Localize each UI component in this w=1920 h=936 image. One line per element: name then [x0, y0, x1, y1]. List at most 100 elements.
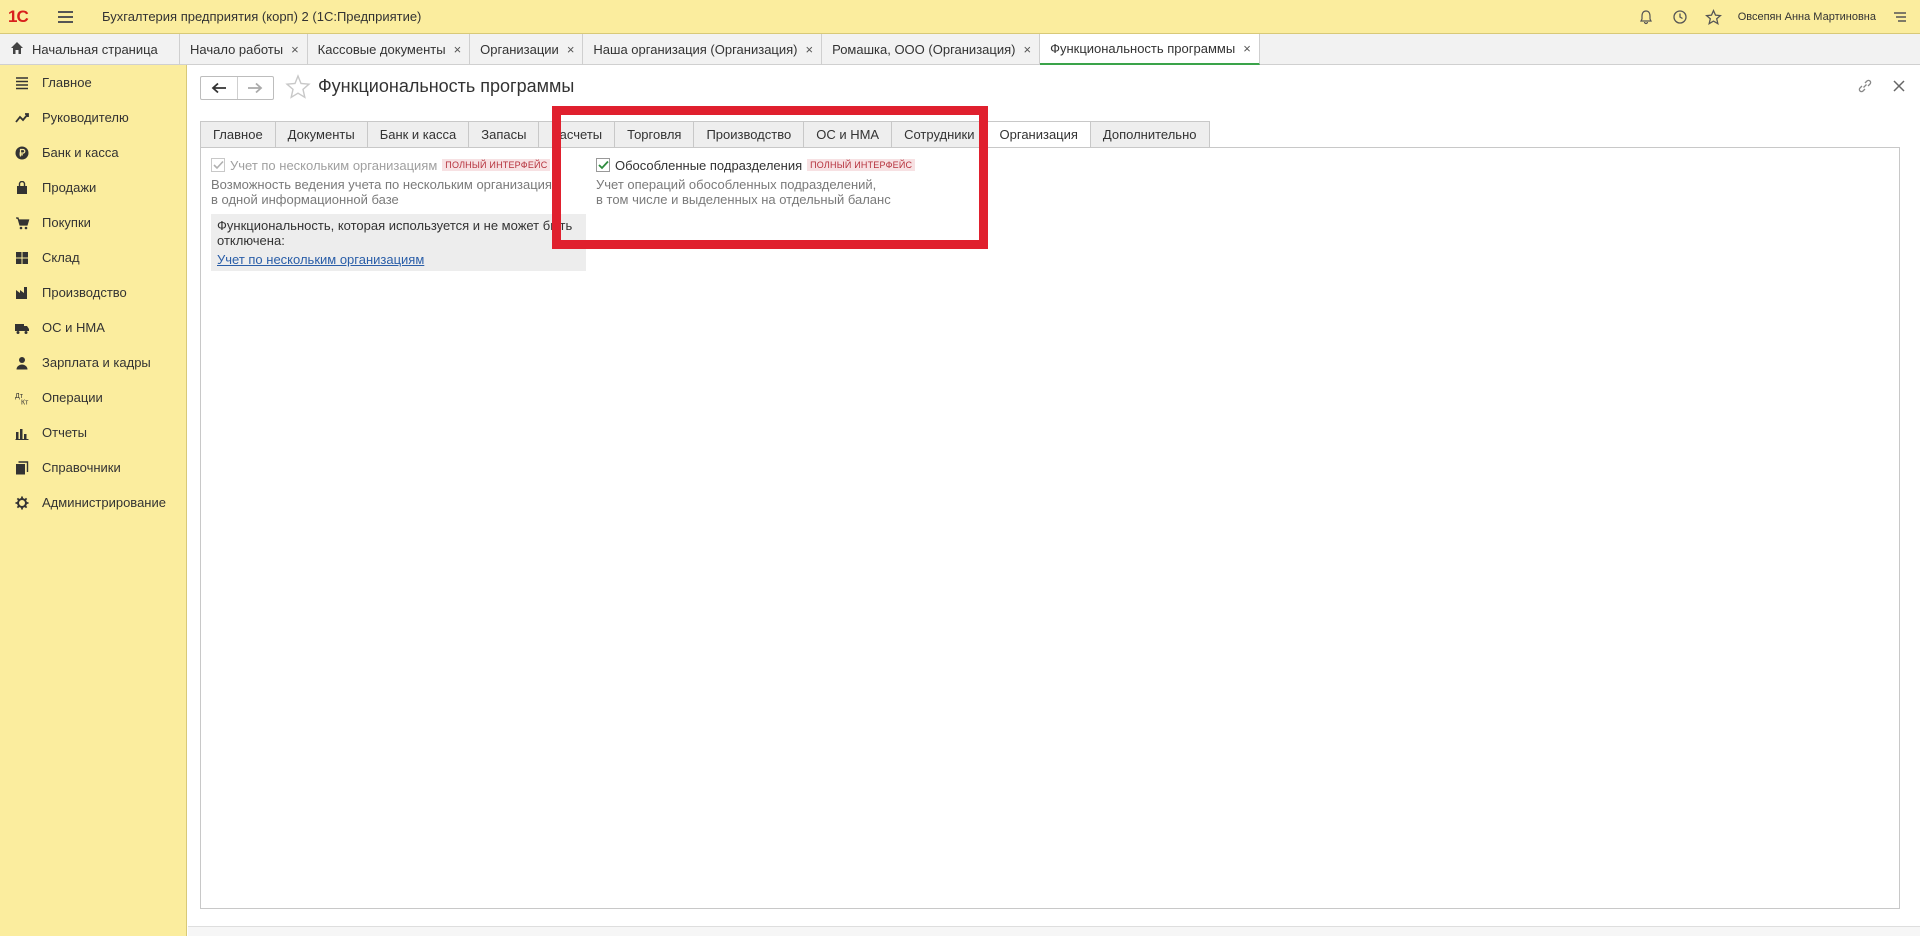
- bell-icon[interactable]: [1636, 7, 1656, 27]
- tab-trade[interactable]: Торговля: [614, 121, 694, 148]
- history-nav: [200, 76, 274, 100]
- multi-org-link[interactable]: Учет по нескольким организациям: [217, 252, 580, 267]
- tab-label: Наша организация (Организация): [593, 42, 798, 57]
- bar-chart-icon: [14, 425, 30, 441]
- close-icon[interactable]: ×: [1023, 42, 1031, 57]
- sidebar-item-main[interactable]: Главное: [0, 65, 186, 100]
- sections-sidebar: Главное Руководителю Банк и касса Продаж…: [0, 65, 187, 936]
- setting-separate-divisions: Обособленные подразделения ПОЛНЫЙ ИНТЕРФ…: [596, 156, 1016, 207]
- tab-label: Начало работы: [190, 42, 284, 57]
- sidebar-item-warehouse[interactable]: Склад: [0, 240, 186, 275]
- cart-icon: [14, 215, 30, 231]
- factory-icon: [14, 285, 30, 301]
- link-icon[interactable]: [1856, 77, 1874, 95]
- tab-panel-organization: Учет по нескольким организациям ПОЛНЫЙ И…: [200, 147, 1900, 909]
- tab-functionality[interactable]: Функциональность программы ×: [1040, 34, 1260, 65]
- sidebar-item-label: Продажи: [42, 180, 97, 195]
- desc-line: в том числе и выделенных на отдельный ба…: [596, 192, 891, 207]
- page-title: Функциональность программы: [318, 76, 575, 96]
- tab-inventory[interactable]: Запасы: [468, 121, 539, 148]
- desc-line: в одной информационной базе: [211, 192, 399, 207]
- tab-additional[interactable]: Дополнительно: [1089, 121, 1210, 148]
- tab-organization[interactable]: Организация: [986, 121, 1090, 148]
- svg-text:Кт: Кт: [21, 399, 29, 405]
- title-bar: 1С Бухгалтерия предприятия (корп) 2 (1С:…: [0, 0, 1920, 34]
- multi-org-checkbox[interactable]: [211, 158, 225, 172]
- bag-icon: [14, 180, 30, 196]
- sidebar-item-manager[interactable]: Руководителю: [0, 100, 186, 135]
- person-icon: [14, 355, 30, 371]
- tab-main[interactable]: Главное: [200, 121, 275, 148]
- info-text: отключена:: [217, 233, 285, 248]
- close-icon[interactable]: ×: [567, 42, 575, 57]
- sidebar-item-operations[interactable]: Дт Кт Операции: [0, 380, 186, 415]
- sidebar-item-references[interactable]: Справочники: [0, 450, 186, 485]
- truck-icon: [14, 320, 30, 336]
- tab-settlements[interactable]: Расчеты: [538, 121, 615, 148]
- settings-menu-icon[interactable]: [1890, 7, 1910, 27]
- tab-organizations[interactable]: Организации ×: [470, 34, 584, 65]
- separate-divisions-description: Учет операций обособленных подразделений…: [596, 177, 1016, 207]
- close-icon[interactable]: ×: [806, 42, 814, 57]
- desc-line: Возможность ведения учета по нескольким …: [211, 177, 561, 192]
- sidebar-item-reports[interactable]: Отчеты: [0, 415, 186, 450]
- form-area: Функциональность программы Главное Докум…: [188, 65, 1920, 936]
- tab-label: Ромашка, ООО (Организация): [832, 42, 1016, 57]
- tab-documents[interactable]: Документы: [274, 121, 367, 148]
- sidebar-item-label: Покупки: [42, 215, 91, 230]
- sidebar-item-salary-hr[interactable]: Зарплата и кадры: [0, 345, 186, 380]
- tab-home-label: Начальная страница: [32, 42, 158, 57]
- status-bar: [188, 926, 1920, 936]
- sidebar-item-label: Производство: [42, 285, 127, 300]
- close-icon[interactable]: ×: [291, 42, 299, 57]
- tab-fixed-assets[interactable]: ОС и НМА: [803, 121, 892, 148]
- tab-employees[interactable]: Сотрудники: [891, 121, 987, 148]
- sidebar-item-production[interactable]: Производство: [0, 275, 186, 310]
- tab-our-organization[interactable]: Наша организация (Организация) ×: [583, 34, 823, 65]
- close-form-icon[interactable]: [1890, 77, 1908, 95]
- sidebar-item-label: Операции: [42, 390, 103, 405]
- sidebar-item-label: Отчеты: [42, 425, 87, 440]
- close-icon[interactable]: ×: [454, 42, 462, 57]
- tab-label: Кассовые документы: [317, 42, 446, 57]
- sidebar-item-label: Зарплата и кадры: [42, 355, 151, 370]
- full-interface-badge: ПОЛНЫЙ ИНТЕРФЕЙС: [807, 159, 916, 171]
- desc-line: Учет операций обособленных подразделений…: [596, 177, 877, 192]
- tab-start[interactable]: Начало работы ×: [180, 34, 308, 65]
- main-menu-icon[interactable]: [58, 0, 82, 34]
- info-box-used-functionality: Функциональность, которая используется и…: [211, 214, 586, 271]
- sidebar-item-sales[interactable]: Продажи: [0, 170, 186, 205]
- sidebar-item-purchases[interactable]: Покупки: [0, 205, 186, 240]
- sidebar-item-administration[interactable]: Администрирование: [0, 485, 186, 520]
- tab-home[interactable]: Начальная страница: [0, 34, 180, 65]
- warehouse-icon: [14, 250, 30, 266]
- sidebar-item-label: Справочники: [42, 460, 121, 475]
- full-interface-badge: ПОЛНЫЙ ИНТЕРФЕЙС: [442, 159, 551, 171]
- tab-cash-documents[interactable]: Кассовые документы ×: [308, 34, 471, 65]
- books-icon: [14, 460, 30, 476]
- menu-icon: [14, 75, 30, 91]
- gear-icon: [14, 495, 30, 511]
- home-icon: [10, 41, 24, 58]
- tab-romashka[interactable]: Ромашка, ООО (Организация) ×: [822, 34, 1041, 65]
- separate-divisions-checkbox[interactable]: [596, 158, 610, 172]
- tab-label: Организации: [480, 42, 559, 57]
- history-icon[interactable]: [1670, 7, 1690, 27]
- back-button[interactable]: [201, 77, 237, 99]
- user-name[interactable]: Овсепян Анна Мартиновна: [1738, 11, 1876, 23]
- multi-org-description: Возможность ведения учета по нескольким …: [211, 177, 591, 207]
- favorites-star-icon[interactable]: [1704, 7, 1724, 27]
- close-icon[interactable]: ×: [1243, 41, 1251, 56]
- app-logo: 1С: [8, 6, 29, 26]
- sidebar-item-label: ОС и НМА: [42, 320, 105, 335]
- sidebar-item-bank-cash[interactable]: Банк и касса: [0, 135, 186, 170]
- add-to-favorites-star-icon[interactable]: [285, 74, 311, 100]
- tab-production[interactable]: Производство: [693, 121, 804, 148]
- info-text: Функциональность, которая используется и…: [217, 218, 573, 233]
- sidebar-item-fixed-assets[interactable]: ОС и НМА: [0, 310, 186, 345]
- trend-icon: [14, 110, 30, 126]
- tab-bank-cash[interactable]: Банк и касса: [366, 121, 469, 148]
- forward-button[interactable]: [236, 77, 274, 99]
- app-title: Бухгалтерия предприятия (корп) 2 (1С:Пре…: [102, 9, 422, 24]
- window-tabs-bar: Начальная страница Начало работы × Кассов…: [0, 34, 1920, 65]
